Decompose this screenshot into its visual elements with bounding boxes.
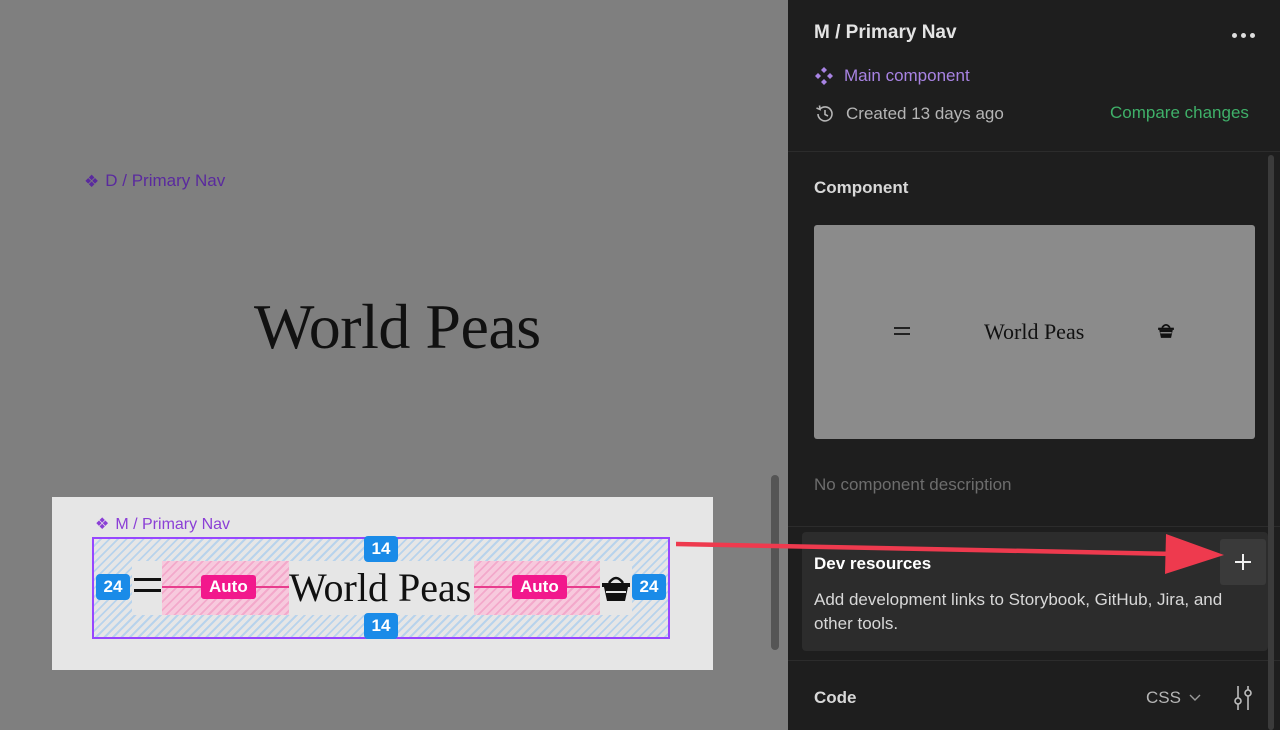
padding-bottom-tag: 14 xyxy=(364,613,398,639)
dev-resources-section: Dev resources Add development links to S… xyxy=(802,532,1268,651)
divider xyxy=(788,151,1280,152)
code-language-select[interactable]: CSS xyxy=(1146,688,1201,708)
desktop-frame-label[interactable]: ❖ D / Primary Nav xyxy=(84,171,225,191)
component-description: No component description xyxy=(814,475,1012,494)
basket-icon[interactable] xyxy=(600,573,632,603)
dev-resources-description: Add development links to Storybook, GitH… xyxy=(814,590,1223,633)
more-options-button[interactable] xyxy=(1228,22,1258,48)
padding-left-tag: 24 xyxy=(96,574,130,600)
inspector-panel: M / Primary Nav Main component Created 1… xyxy=(788,0,1280,730)
hamburger-icon[interactable] xyxy=(134,578,161,600)
component-diamond-icon xyxy=(815,67,833,85)
canvas-scrollbar[interactable] xyxy=(771,475,779,650)
main-component-link[interactable]: Main component xyxy=(814,66,970,86)
divider xyxy=(788,526,1280,527)
design-canvas[interactable]: ❖ D / Primary Nav World Peas ❖ M / Prima… xyxy=(0,0,788,730)
mobile-frame-label[interactable]: ❖ M / Primary Nav xyxy=(95,516,230,534)
component-section-title: Component xyxy=(814,178,909,197)
code-section-title: Code xyxy=(814,688,857,707)
chevron-down-icon xyxy=(1189,694,1201,701)
padding-top-tag: 14 xyxy=(364,536,398,562)
settings-sliders-icon[interactable] xyxy=(1230,684,1256,712)
compare-changes-link[interactable]: Compare changes xyxy=(1110,103,1249,123)
more-icon xyxy=(1231,32,1237,38)
panel-scrollbar[interactable] xyxy=(1268,155,1274,730)
component-diamond-icon: ❖ xyxy=(84,171,100,191)
padding-right-tag: 24 xyxy=(632,574,666,600)
divider xyxy=(788,660,1280,661)
add-dev-resource-button[interactable] xyxy=(1220,539,1266,585)
dev-resources-title: Dev resources xyxy=(814,554,932,573)
auto-gap-left-tag: Auto xyxy=(201,575,256,599)
desktop-nav-title[interactable]: World Peas xyxy=(254,290,541,364)
basket-icon xyxy=(1158,324,1174,338)
preview-title: World Peas xyxy=(984,319,1085,344)
component-diamond-icon: ❖ xyxy=(95,516,110,533)
history-icon xyxy=(816,105,833,122)
hamburger-icon xyxy=(894,327,910,339)
auto-gap-right-tag: Auto xyxy=(512,575,567,599)
created-info: Created 13 days ago xyxy=(814,103,1004,125)
mobile-nav-title[interactable]: World Peas xyxy=(289,564,471,611)
plus-icon xyxy=(1235,554,1251,570)
panel-title: M / Primary Nav xyxy=(814,22,957,43)
component-preview: World Peas xyxy=(814,225,1255,439)
